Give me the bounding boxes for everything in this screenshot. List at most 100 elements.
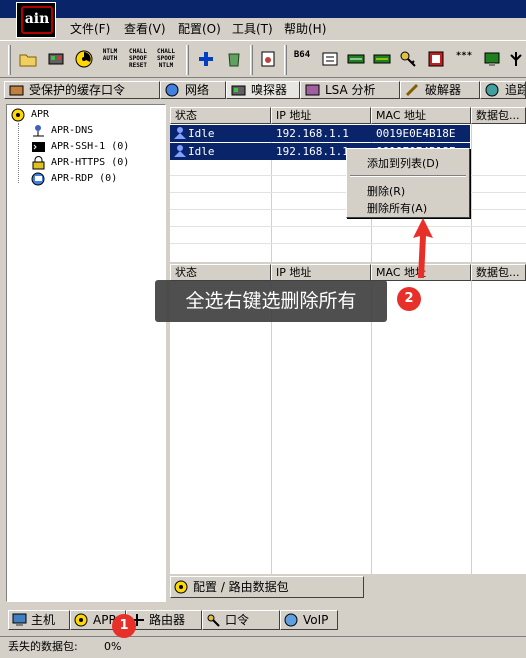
lsa-icon xyxy=(305,84,320,96)
radiation-icon xyxy=(75,50,93,68)
host-pair-icon xyxy=(174,127,186,139)
recycle-bin-icon xyxy=(228,53,240,67)
status-value: 0% xyxy=(104,640,122,653)
antenna-icon xyxy=(510,52,522,66)
tab-passwords[interactable]: 口令 xyxy=(202,610,280,630)
apr-toggle-button[interactable] xyxy=(72,46,96,72)
certificate-button[interactable] xyxy=(256,46,280,72)
cached-password-icon xyxy=(9,85,24,96)
key-icon xyxy=(207,614,220,627)
col-header-packets[interactable]: 数据包... xyxy=(471,107,526,124)
menu-file[interactable]: 文件(F) xyxy=(70,21,110,37)
chall-spoof-reset-button[interactable]: CHALL SPOOF RESET xyxy=(126,48,150,69)
tab-routers[interactable]: 路由器 xyxy=(126,610,202,630)
remote-desktop-icon xyxy=(31,172,45,186)
toolbar-grip xyxy=(186,45,189,75)
apr-tree: APR APR-DNS APR-SSH-1 (0) APR-HTTPS (0) … xyxy=(6,104,166,602)
menu-view[interactable]: 查看(V) xyxy=(124,21,166,37)
toolbar: NTLM AUTH CHALL SPOOF RESET CHALL SPOOF NTLM … xyxy=(0,40,526,78)
tab-traceroute[interactable]: 追踪 xyxy=(480,81,526,99)
menu-item-add-to-list[interactable]: 添加到列表(D) xyxy=(367,155,439,171)
tab-lsa-analysis[interactable]: LSA 分析 xyxy=(300,81,400,99)
status-bar: 丢失的数据包: 0% xyxy=(0,636,526,658)
tree-node-label: APR-DNS xyxy=(51,125,94,136)
grid-divider xyxy=(471,281,472,574)
base64-button[interactable]: B64 xyxy=(290,51,314,60)
row-ip: 192.168.1.1 xyxy=(276,127,349,140)
title-bar xyxy=(0,0,526,18)
tab-label: 口令 xyxy=(225,613,250,627)
tab-label: VoIP xyxy=(303,613,329,627)
dns-network-icon xyxy=(33,125,44,137)
hash-calculator-button[interactable] xyxy=(318,46,342,72)
tab-label: 配置 / 路由数据包 xyxy=(193,580,289,594)
menu-item-delete[interactable]: 删除(R) xyxy=(367,183,405,199)
chall-spoof-ntlm-button[interactable]: CHALL SPOOF NTLM xyxy=(154,48,178,69)
col-header-ip[interactable]: IP 地址 xyxy=(271,107,371,124)
menu-help[interactable]: 帮助(H) xyxy=(284,21,326,37)
col-header-mac[interactable]: MAC 地址 xyxy=(371,107,471,124)
grid-rowline xyxy=(170,243,526,244)
network-card-icon xyxy=(48,53,64,65)
tab-sniffer[interactable]: 嗅探器 xyxy=(226,81,300,99)
col-header-status[interactable]: 状态 xyxy=(170,264,271,281)
logo-text: ain xyxy=(24,11,50,27)
computer-icon xyxy=(12,613,27,626)
table-row[interactable]: Idle 192.168.1.1 0019E0E4B18E xyxy=(170,125,470,142)
sniffer-icon xyxy=(231,85,246,96)
certificate-icon xyxy=(261,51,275,67)
tab-voip[interactable]: VoIP xyxy=(280,610,338,630)
ntlm-auth-button[interactable]: NTLM AUTH xyxy=(98,48,122,62)
row-mac: 0019E0E4B18E xyxy=(376,127,456,140)
lsa-secrets-button[interactable] xyxy=(480,46,504,72)
open-folder-button[interactable] xyxy=(16,46,40,72)
vnc-icon xyxy=(373,54,391,64)
terminal-icon xyxy=(32,142,45,152)
tree-connector xyxy=(18,123,19,183)
rdp-button[interactable] xyxy=(424,46,448,72)
grid-divider xyxy=(271,281,272,574)
row-status: Idle xyxy=(188,145,215,158)
tab-cracker[interactable]: 破解器 xyxy=(400,81,480,99)
col-header-status[interactable]: 状态 xyxy=(170,107,271,124)
col-header-ip[interactable]: IP 地址 xyxy=(271,264,371,281)
tab-label: 路由器 xyxy=(149,613,186,627)
host-pair-icon xyxy=(174,145,186,157)
tab-label: 受保护的缓存口令 xyxy=(29,83,126,97)
voip-icon xyxy=(284,613,298,627)
menu-separator xyxy=(350,175,466,177)
network-globe-icon xyxy=(165,83,179,97)
row-ip: 192.168.1.1 xyxy=(276,145,349,158)
menu-config[interactable]: 配置(O) xyxy=(178,21,221,37)
add-button[interactable] xyxy=(194,46,218,72)
grid-divider xyxy=(371,281,372,574)
monitor-icon xyxy=(484,52,500,66)
remove-button[interactable] xyxy=(222,46,246,72)
wireless-button[interactable] xyxy=(396,46,420,72)
toolbar-grip xyxy=(284,45,287,75)
tab-label: 追踪 xyxy=(505,83,525,97)
tab-network[interactable]: 网络 xyxy=(160,81,226,99)
tab-protected-cache[interactable]: 受保护的缓存口令 xyxy=(4,81,160,99)
vnc-password-button[interactable] xyxy=(370,46,394,72)
tab-config-routing[interactable]: 配置 / 路由数据包 xyxy=(170,576,364,598)
cisco-type7-button[interactable] xyxy=(344,46,368,72)
sniffer-toggle-button[interactable] xyxy=(44,46,68,72)
hash-icon xyxy=(322,52,338,66)
toolbar-grip xyxy=(8,45,11,75)
grid-divider xyxy=(471,124,472,262)
menu-tools[interactable]: 工具(T) xyxy=(232,21,273,37)
annotation-arrow-icon xyxy=(413,218,433,278)
tree-node-label: APR-HTTPS (0) xyxy=(51,157,130,168)
toolbar-grip xyxy=(250,45,253,75)
tree-node-label: APR-SSH-1 (0) xyxy=(51,141,130,152)
tab-label: 嗅探器 xyxy=(251,83,288,97)
hidden-password-button[interactable]: *** xyxy=(452,52,476,61)
col-header-packets[interactable]: 数据包... xyxy=(471,264,526,281)
traceroute-icon xyxy=(485,83,499,97)
tree-node-label: APR-RDP (0) xyxy=(51,173,118,184)
wireless-scanner-button[interactable] xyxy=(504,46,526,72)
tab-hosts[interactable]: 主机 xyxy=(8,610,70,630)
tab-label: 网络 xyxy=(185,83,210,97)
step-badge-2: 2 xyxy=(397,287,421,311)
